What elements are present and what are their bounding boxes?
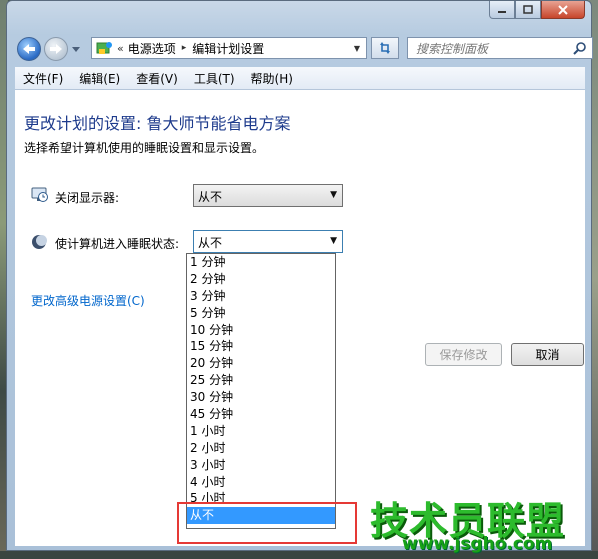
page-subtitle: 选择希望计算机使用的睡眠设置和显示设置。 [24, 141, 265, 155]
display-off-value: 从不 [198, 190, 223, 204]
monitor-clock-icon [31, 187, 48, 202]
highlight-annotation-box [177, 502, 357, 544]
menu-help[interactable]: 帮助(H) [243, 70, 301, 87]
caption-buttons [489, 1, 585, 19]
breadcrumb-arrow-icon[interactable]: ▸ [182, 43, 187, 53]
maximize-button[interactable] [515, 1, 541, 19]
search-box[interactable] [407, 37, 593, 59]
minimize-icon [498, 10, 506, 13]
dropdown-option[interactable]: 5 分钟 [187, 305, 335, 322]
back-button[interactable] [17, 37, 41, 61]
forward-button[interactable] [44, 37, 68, 61]
chevron-down-icon: ▼ [330, 190, 337, 200]
dropdown-option[interactable]: 15 分钟 [187, 338, 335, 355]
maximize-icon [523, 5, 533, 14]
close-button[interactable] [541, 1, 585, 19]
address-bar[interactable]: « 电源选项 ▸ 编辑计划设置 ▼ [91, 37, 367, 59]
dropdown-option[interactable]: 3 小时 [187, 457, 335, 474]
dropdown-option[interactable]: 2 小时 [187, 440, 335, 457]
dropdown-option[interactable]: 3 分钟 [187, 288, 335, 305]
refresh-icon [380, 42, 390, 54]
chevron-down-icon: ▼ [330, 236, 337, 246]
dropdown-option[interactable]: 45 分钟 [187, 406, 335, 423]
breadcrumb-edit-plan[interactable]: 编辑计划设置 [192, 40, 264, 57]
save-button[interactable]: 保存修改 [425, 343, 502, 366]
dropdown-option[interactable]: 1 分钟 [187, 254, 335, 271]
dropdown-option[interactable]: 25 分钟 [187, 372, 335, 389]
forward-arrow-icon [50, 44, 62, 54]
back-arrow-icon [23, 44, 35, 54]
menu-tools[interactable]: 工具(T) [186, 70, 243, 87]
control-panel-icon [96, 42, 112, 54]
menu-bar: 文件(F) 编辑(E) 查看(V) 工具(T) 帮助(H) [15, 67, 585, 90]
menu-view[interactable]: 查看(V) [128, 70, 186, 87]
display-off-label: 关闭显示器: [55, 191, 120, 205]
address-dropdown-icon[interactable]: ▼ [348, 38, 366, 58]
dropdown-option[interactable]: 4 小时 [187, 474, 335, 491]
breadcrumb-power-options[interactable]: 电源选项 [128, 40, 176, 57]
history-dropdown-icon[interactable] [71, 45, 81, 53]
watermark-logo: 技术员联盟 www.jsgho.com [364, 488, 596, 558]
search-input[interactable] [414, 39, 568, 59]
dropdown-option[interactable]: 30 分钟 [187, 389, 335, 406]
dropdown-option[interactable]: 10 分钟 [187, 322, 335, 339]
close-icon [558, 4, 568, 15]
navigation-bar: « 电源选项 ▸ 编辑计划设置 ▼ [15, 36, 593, 62]
sleep-value: 从不 [198, 236, 223, 250]
cancel-button[interactable]: 取消 [511, 343, 584, 366]
page-title: 更改计划的设置: 鲁大师节能省电方案 [24, 114, 291, 133]
display-off-select[interactable]: 从不 ▼ [193, 184, 343, 207]
sleep-label: 使计算机进入睡眠状态: [55, 237, 180, 251]
dropdown-option[interactable]: 20 分钟 [187, 355, 335, 372]
sleep-dropdown-list[interactable]: 1 分钟 2 分钟 3 分钟 5 分钟 10 分钟 15 分钟 20 分钟 25… [186, 253, 336, 529]
watermark-url: www.jsgho.com [402, 534, 553, 554]
minimize-button[interactable] [489, 1, 515, 19]
advanced-power-settings-link[interactable]: 更改高级电源设置(C) [31, 292, 145, 309]
breadcrumb-overflow[interactable]: « [117, 42, 124, 55]
menu-file[interactable]: 文件(F) [15, 70, 71, 87]
search-icon[interactable] [573, 41, 587, 55]
sleep-select[interactable]: 从不 ▼ [193, 230, 343, 253]
dropdown-option[interactable]: 2 分钟 [187, 271, 335, 288]
refresh-button[interactable] [371, 37, 399, 59]
dropdown-option[interactable]: 1 小时 [187, 423, 335, 440]
moon-icon [32, 235, 47, 249]
menu-edit[interactable]: 编辑(E) [71, 70, 128, 87]
